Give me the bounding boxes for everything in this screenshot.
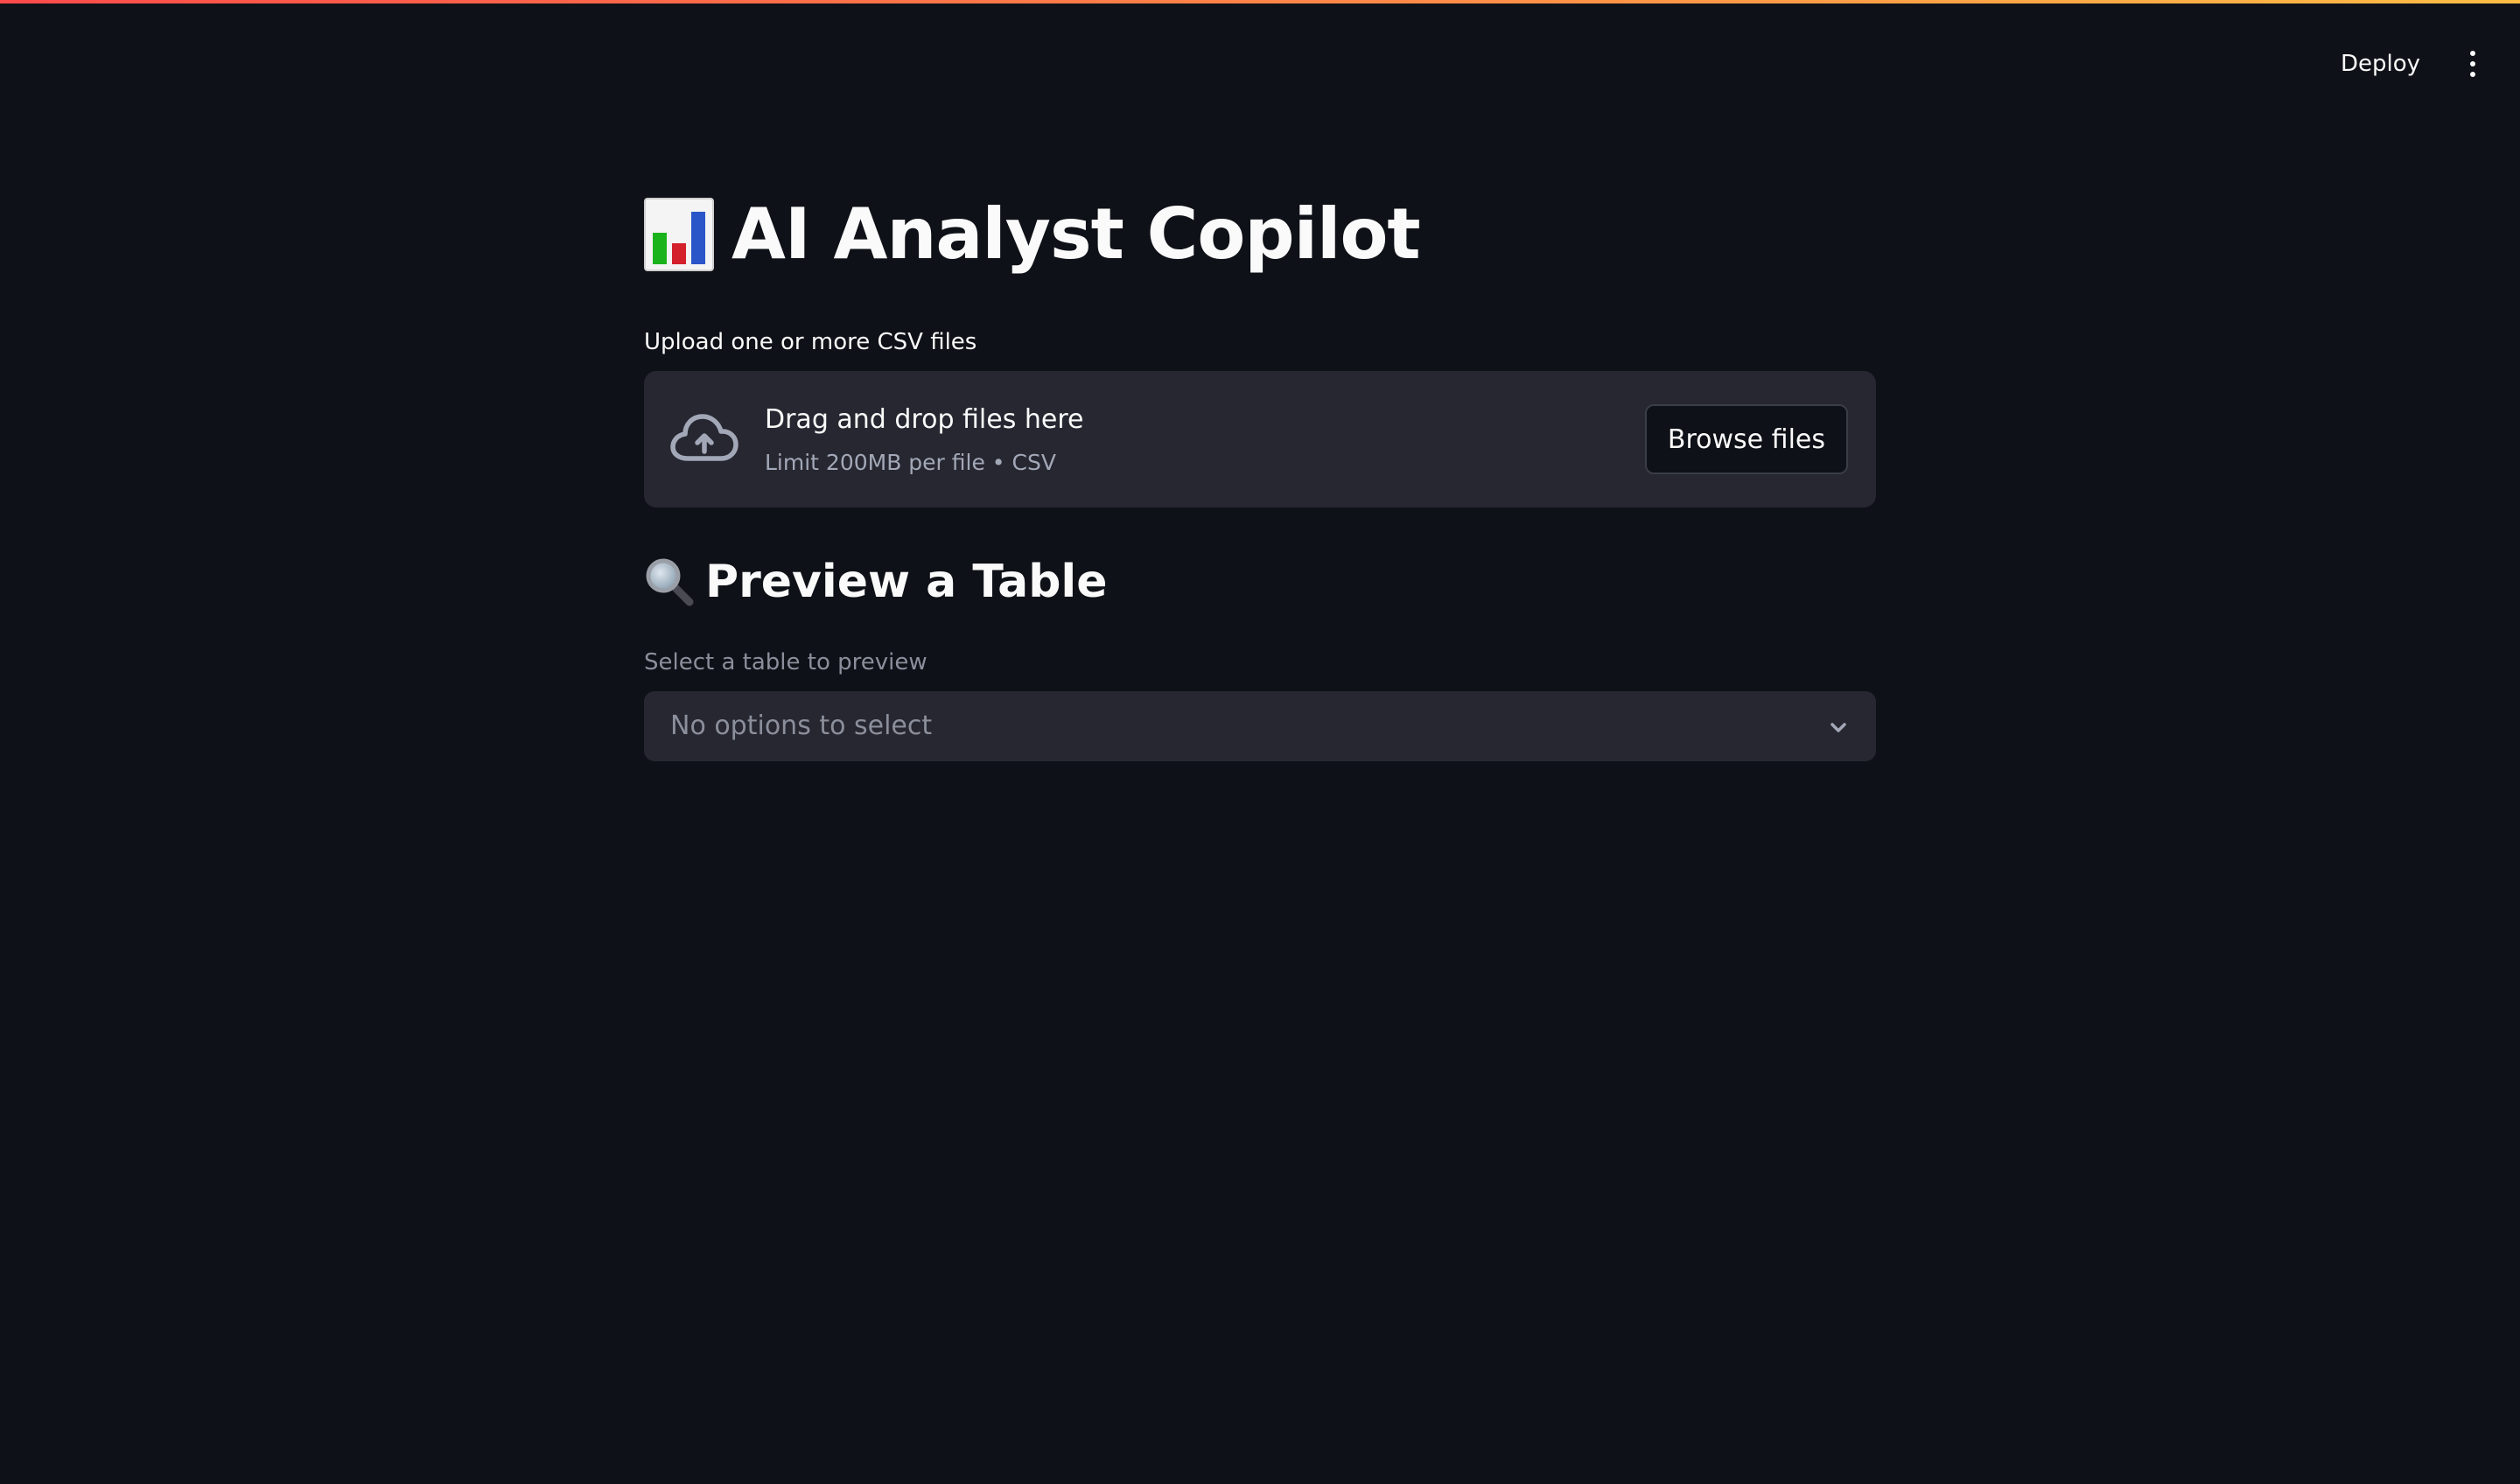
- magnifying-glass-icon: [646, 558, 694, 606]
- dropzone-instructions: Drag and drop files here: [765, 404, 1084, 435]
- page-title: AI Analyst Copilot: [644, 193, 1421, 275]
- table-select-placeholder: No options to select: [670, 710, 933, 741]
- browse-files-button[interactable]: Browse files: [1644, 404, 1848, 474]
- file-dropzone[interactable]: Drag and drop files here Limit 200MB per…: [644, 371, 1876, 508]
- deploy-button[interactable]: Deploy: [2327, 42, 2434, 86]
- table-select-label: Select a table to preview: [644, 649, 928, 676]
- preview-section-heading: Preview a Table: [644, 556, 1108, 607]
- app-root: Deploy AI Analyst Copilot Upload one or …: [0, 0, 2520, 1484]
- more-vertical-icon[interactable]: [2464, 46, 2482, 81]
- header-toolbar: Deploy: [2327, 42, 2482, 86]
- dropzone-limit-text: Limit 200MB per file • CSV: [765, 450, 1056, 475]
- table-select[interactable]: No options to select: [644, 691, 1876, 761]
- cloud-upload-icon: [670, 414, 738, 461]
- preview-heading-text: Preview a Table: [705, 556, 1108, 608]
- top-decoration-bar: [0, 0, 2520, 4]
- bar-chart-icon: [644, 198, 714, 271]
- page-title-text: AI Analyst Copilot: [732, 193, 1421, 275]
- chevron-down-icon: [1830, 723, 1846, 732]
- file-uploader-label: Upload one or more CSV files: [644, 329, 977, 355]
